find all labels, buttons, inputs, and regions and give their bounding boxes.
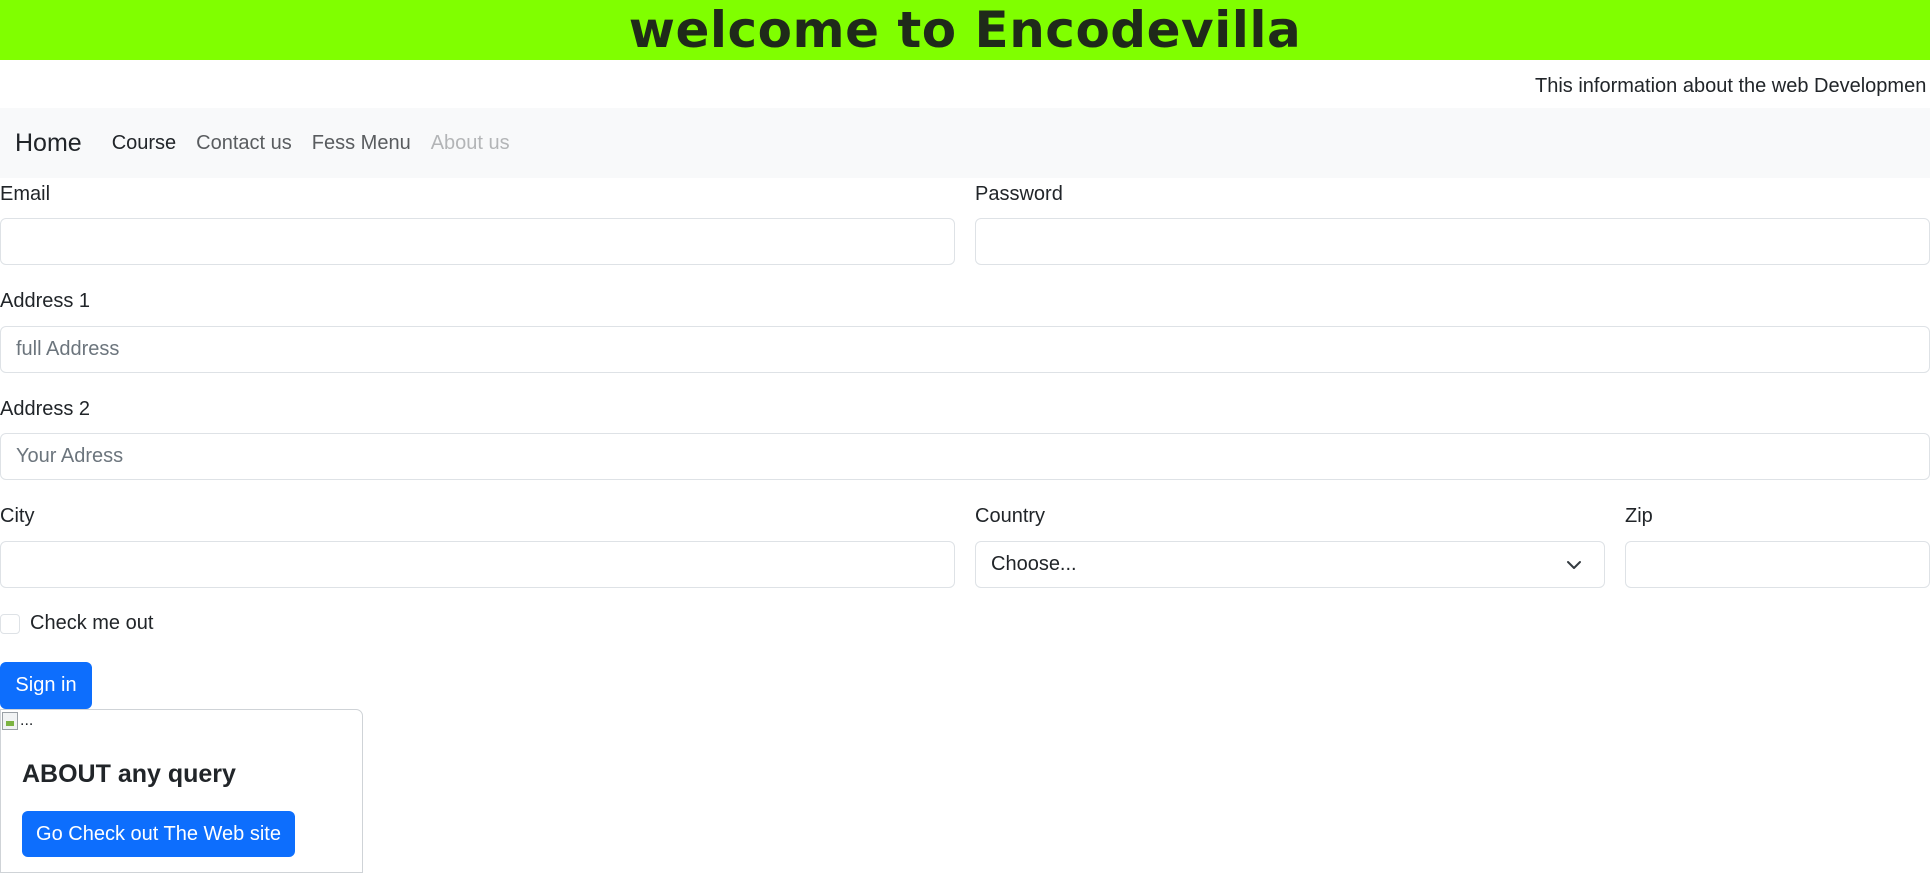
password-label: Password: [975, 183, 1063, 205]
address2-label: Address 2: [0, 398, 91, 420]
zip-field[interactable]: [1625, 541, 1930, 588]
card-title: ABOUT any query: [22, 760, 236, 788]
address1-label: Address 1: [0, 290, 91, 312]
email-field[interactable]: [0, 218, 955, 265]
check-me-out-checkbox[interactable]: [0, 614, 20, 634]
country-select-value: Choose...: [991, 553, 1077, 575]
email-label: Email: [0, 183, 51, 205]
navbar-brand-home[interactable]: Home: [15, 129, 82, 158]
nav-link-contact-us[interactable]: Contact us: [196, 132, 292, 155]
about-card: ... ABOUT any query Go Check out The Web…: [0, 709, 363, 873]
address1-field[interactable]: [0, 326, 1930, 373]
chevron-down-icon: [1567, 561, 1581, 569]
city-field[interactable]: [0, 541, 955, 588]
check-website-button[interactable]: Go Check out The Web site: [22, 811, 295, 857]
marquee: This information about the web Developme…: [0, 60, 1930, 108]
marquee-text: This information about the web Developme…: [1535, 75, 1927, 97]
country-label: Country: [975, 505, 1046, 527]
card-image: ...: [2, 712, 33, 730]
check-me-out-label[interactable]: Check me out: [30, 612, 153, 635]
nav-link-fess-menu[interactable]: Fess Menu: [312, 132, 411, 155]
nav-link-about-us: About us: [430, 131, 510, 154]
zip-label: Zip: [1625, 505, 1653, 527]
navbar: Home Course Contact us Fess Menu About u…: [0, 108, 1930, 178]
nav-link-course[interactable]: Course: [112, 132, 176, 155]
broken-image-icon: [2, 712, 18, 730]
country-select[interactable]: Choose...: [975, 541, 1605, 588]
card-image-alt: ...: [20, 712, 34, 729]
city-label: City: [0, 505, 35, 527]
address2-field[interactable]: [0, 433, 1930, 480]
password-field[interactable]: [975, 218, 1930, 265]
welcome-banner: welcome to Encodevilla: [0, 0, 1930, 60]
sign-in-button[interactable]: Sign in: [0, 662, 92, 709]
page-title: welcome to Encodevilla: [628, 1, 1302, 59]
